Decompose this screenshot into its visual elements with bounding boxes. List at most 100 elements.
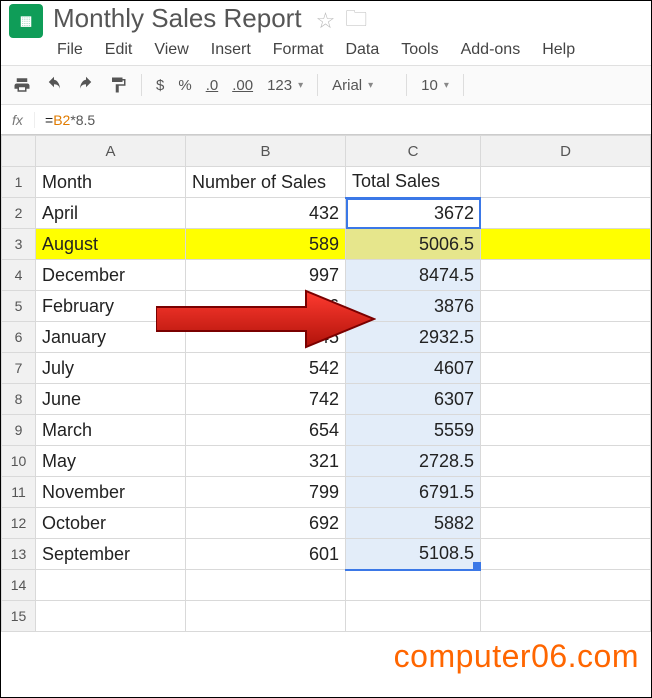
cell[interactable]: [481, 508, 651, 539]
cell[interactable]: September: [36, 539, 186, 570]
cell[interactable]: [481, 539, 651, 570]
cell[interactable]: [481, 353, 651, 384]
cell[interactable]: 456: [186, 291, 346, 322]
star-icon[interactable]: ☆: [316, 8, 336, 34]
cell[interactable]: 5108.5: [346, 539, 481, 570]
row-header[interactable]: 13: [2, 539, 36, 570]
cell[interactable]: 2728.5: [346, 446, 481, 477]
cell-active[interactable]: 3672: [346, 198, 481, 229]
cell[interactable]: April: [36, 198, 186, 229]
cell[interactable]: [481, 446, 651, 477]
cell[interactable]: [481, 415, 651, 446]
row-header[interactable]: 11: [2, 477, 36, 508]
cell[interactable]: August: [36, 229, 186, 260]
cell[interactable]: Total Sales: [346, 167, 481, 198]
cell[interactable]: [481, 167, 651, 198]
cell[interactable]: 6307: [346, 384, 481, 415]
cell[interactable]: 589: [186, 229, 346, 260]
cell[interactable]: 997: [186, 260, 346, 291]
cell[interactable]: 8474.5: [346, 260, 481, 291]
cell[interactable]: 4607: [346, 353, 481, 384]
row-header[interactable]: 5: [2, 291, 36, 322]
cell[interactable]: 6791.5: [346, 477, 481, 508]
col-header-a[interactable]: A: [36, 136, 186, 167]
cell[interactable]: 2932.5: [346, 322, 481, 353]
cell[interactable]: October: [36, 508, 186, 539]
row-header[interactable]: 9: [2, 415, 36, 446]
col-header-d[interactable]: D: [481, 136, 651, 167]
cell[interactable]: 345: [186, 322, 346, 353]
formula-input[interactable]: =B2*8.5: [35, 112, 95, 128]
menu-view[interactable]: View: [154, 41, 188, 59]
col-header-b[interactable]: B: [186, 136, 346, 167]
cell[interactable]: May: [36, 446, 186, 477]
cell[interactable]: [481, 260, 651, 291]
select-all-corner[interactable]: [2, 136, 36, 167]
undo-icon[interactable]: [45, 76, 63, 94]
number-format-dropdown[interactable]: 123: [267, 77, 303, 94]
row-header[interactable]: 1: [2, 167, 36, 198]
row-header[interactable]: 14: [2, 570, 36, 601]
cell[interactable]: March: [36, 415, 186, 446]
menu-file[interactable]: File: [57, 41, 83, 59]
cell[interactable]: [481, 291, 651, 322]
row-header[interactable]: 6: [2, 322, 36, 353]
cell[interactable]: 3876: [346, 291, 481, 322]
cell[interactable]: [36, 570, 186, 601]
cell[interactable]: [36, 601, 186, 632]
row-header[interactable]: 10: [2, 446, 36, 477]
fill-handle[interactable]: [473, 562, 481, 570]
decrease-decimal-button[interactable]: .0: [206, 77, 219, 94]
cell[interactable]: January: [36, 322, 186, 353]
cell[interactable]: 432: [186, 198, 346, 229]
font-size-dropdown[interactable]: 10: [421, 77, 449, 94]
cell[interactable]: 542: [186, 353, 346, 384]
cell[interactable]: June: [36, 384, 186, 415]
cell[interactable]: July: [36, 353, 186, 384]
menu-addons[interactable]: Add-ons: [461, 41, 521, 59]
menu-edit[interactable]: Edit: [105, 41, 133, 59]
row-header[interactable]: 12: [2, 508, 36, 539]
menu-format[interactable]: Format: [273, 41, 324, 59]
cell[interactable]: November: [36, 477, 186, 508]
cell[interactable]: 692: [186, 508, 346, 539]
cell[interactable]: [481, 570, 651, 601]
cell[interactable]: [481, 198, 651, 229]
menu-insert[interactable]: Insert: [211, 41, 251, 59]
sheets-app-icon[interactable]: ▦: [9, 4, 43, 38]
cell[interactable]: 5882: [346, 508, 481, 539]
format-percent-button[interactable]: %: [178, 77, 191, 94]
cell[interactable]: 601: [186, 539, 346, 570]
cell[interactable]: 742: [186, 384, 346, 415]
print-icon[interactable]: [13, 76, 31, 94]
cell[interactable]: 654: [186, 415, 346, 446]
paint-format-icon[interactable]: [109, 76, 127, 94]
cell[interactable]: [186, 570, 346, 601]
document-title[interactable]: Monthly Sales Report: [53, 3, 302, 34]
row-header[interactable]: 7: [2, 353, 36, 384]
increase-decimal-button[interactable]: .00: [232, 77, 253, 94]
row-header[interactable]: 4: [2, 260, 36, 291]
row-header[interactable]: 15: [2, 601, 36, 632]
cell[interactable]: [346, 601, 481, 632]
cell[interactable]: [481, 477, 651, 508]
cell[interactable]: 5559: [346, 415, 481, 446]
cell[interactable]: February: [36, 291, 186, 322]
cell[interactable]: 5006.5: [346, 229, 481, 260]
cell[interactable]: [346, 570, 481, 601]
format-currency-button[interactable]: $: [156, 77, 164, 94]
col-header-c[interactable]: C: [346, 136, 481, 167]
redo-icon[interactable]: [77, 76, 95, 94]
row-header[interactable]: 8: [2, 384, 36, 415]
folder-icon[interactable]: 🗀: [345, 2, 367, 40]
cell[interactable]: [481, 322, 651, 353]
row-header[interactable]: 3: [2, 229, 36, 260]
row-header[interactable]: 2: [2, 198, 36, 229]
cell[interactable]: [481, 229, 651, 260]
menu-tools[interactable]: Tools: [401, 41, 438, 59]
menu-data[interactable]: Data: [345, 41, 379, 59]
spreadsheet-grid[interactable]: A B C D 1 Month Number of Sales Total Sa…: [1, 135, 651, 632]
cell[interactable]: Month: [36, 167, 186, 198]
cell[interactable]: Number of Sales: [186, 167, 346, 198]
font-family-dropdown[interactable]: Arial: [332, 77, 392, 94]
